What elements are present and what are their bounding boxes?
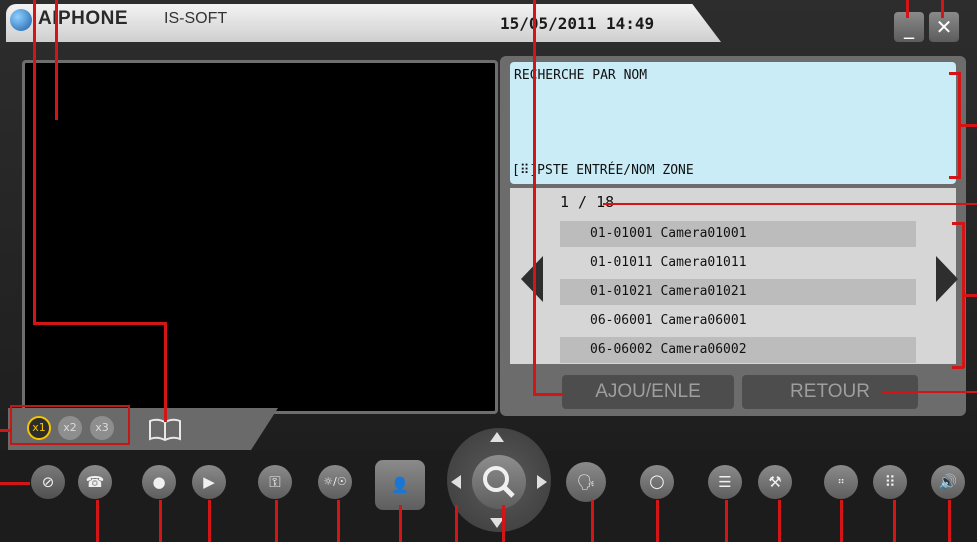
product-name: IS-SOFT [164, 10, 228, 27]
door-release-key-icon[interactable]: ⚿ [258, 465, 292, 499]
zoom-x3-button[interactable]: x3 [90, 416, 114, 440]
zoom-x2-button[interactable]: x2 [58, 416, 82, 440]
previous-page-arrow-icon[interactable] [521, 256, 543, 302]
settings-tools-icon[interactable]: ⚒ [758, 465, 792, 499]
list-item[interactable]: 01-01011 Camera01011 [560, 250, 916, 276]
pan-up-icon[interactable] [490, 432, 504, 442]
zoom-x1-button[interactable]: x1 [27, 416, 51, 440]
date-time: 15/05/2011 14:49 [500, 14, 655, 33]
aiphone-logo-icon [10, 9, 32, 31]
search-hint: [⠿]PSTE ENTRÉE/NOM ZONE [512, 163, 694, 178]
light-control-icon[interactable]: ☼/☉ [318, 465, 352, 499]
monitor-circle-icon[interactable]: ○ [640, 465, 674, 499]
talk-speaker-icon[interactable]: 🗣 [566, 462, 606, 502]
page-indicator: 1 / 18 [560, 193, 615, 211]
list-item-label: 01-01011 Camera01011 [590, 255, 747, 270]
list-item[interactable]: 01-01021 Camera01021 [560, 279, 916, 305]
list-item-label: 06-06002 Camera06002 [590, 342, 747, 357]
list-item[interactable]: 06-06002 Camera06002 [560, 337, 916, 363]
next-page-arrow-icon[interactable] [936, 256, 958, 302]
add-remove-button[interactable]: AJOU/ENLE [562, 375, 734, 409]
call-handset-icon[interactable]: ☎ [78, 465, 112, 499]
list-item-label: 01-01001 Camera01001 [590, 226, 747, 241]
record-icon[interactable]: ● [142, 465, 176, 499]
list-menu-icon[interactable]: ☰ [708, 465, 742, 499]
hang-up-disabled-icon[interactable]: ⊘ [31, 465, 65, 499]
pan-right-icon[interactable] [537, 475, 547, 489]
list-item[interactable]: 06-06001 Camera06001 [560, 308, 916, 334]
keypad-grid-icon[interactable]: ⠿ [873, 465, 907, 499]
minimize-button[interactable]: _ [894, 12, 924, 42]
list-item-label: 06-06001 Camera06001 [590, 313, 747, 328]
video-display [22, 60, 498, 414]
pan-left-icon[interactable] [451, 475, 461, 489]
zoom-magnifier-icon[interactable] [472, 455, 526, 509]
network-tree-icon[interactable]: ⠶ [824, 465, 858, 499]
list-item-label: 01-01021 Camera01021 [590, 284, 747, 299]
list-item[interactable]: 01-01001 Camera01001 [560, 221, 916, 247]
camera-select-icon[interactable]: 👤 [375, 460, 425, 510]
brand-name: AIPHONE [38, 8, 129, 29]
play-icon[interactable]: ▶ [192, 465, 226, 499]
book-icon[interactable] [148, 418, 182, 446]
volume-speaker-icon[interactable]: 🔊 [931, 465, 965, 499]
close-button[interactable]: ✕ [929, 12, 959, 42]
